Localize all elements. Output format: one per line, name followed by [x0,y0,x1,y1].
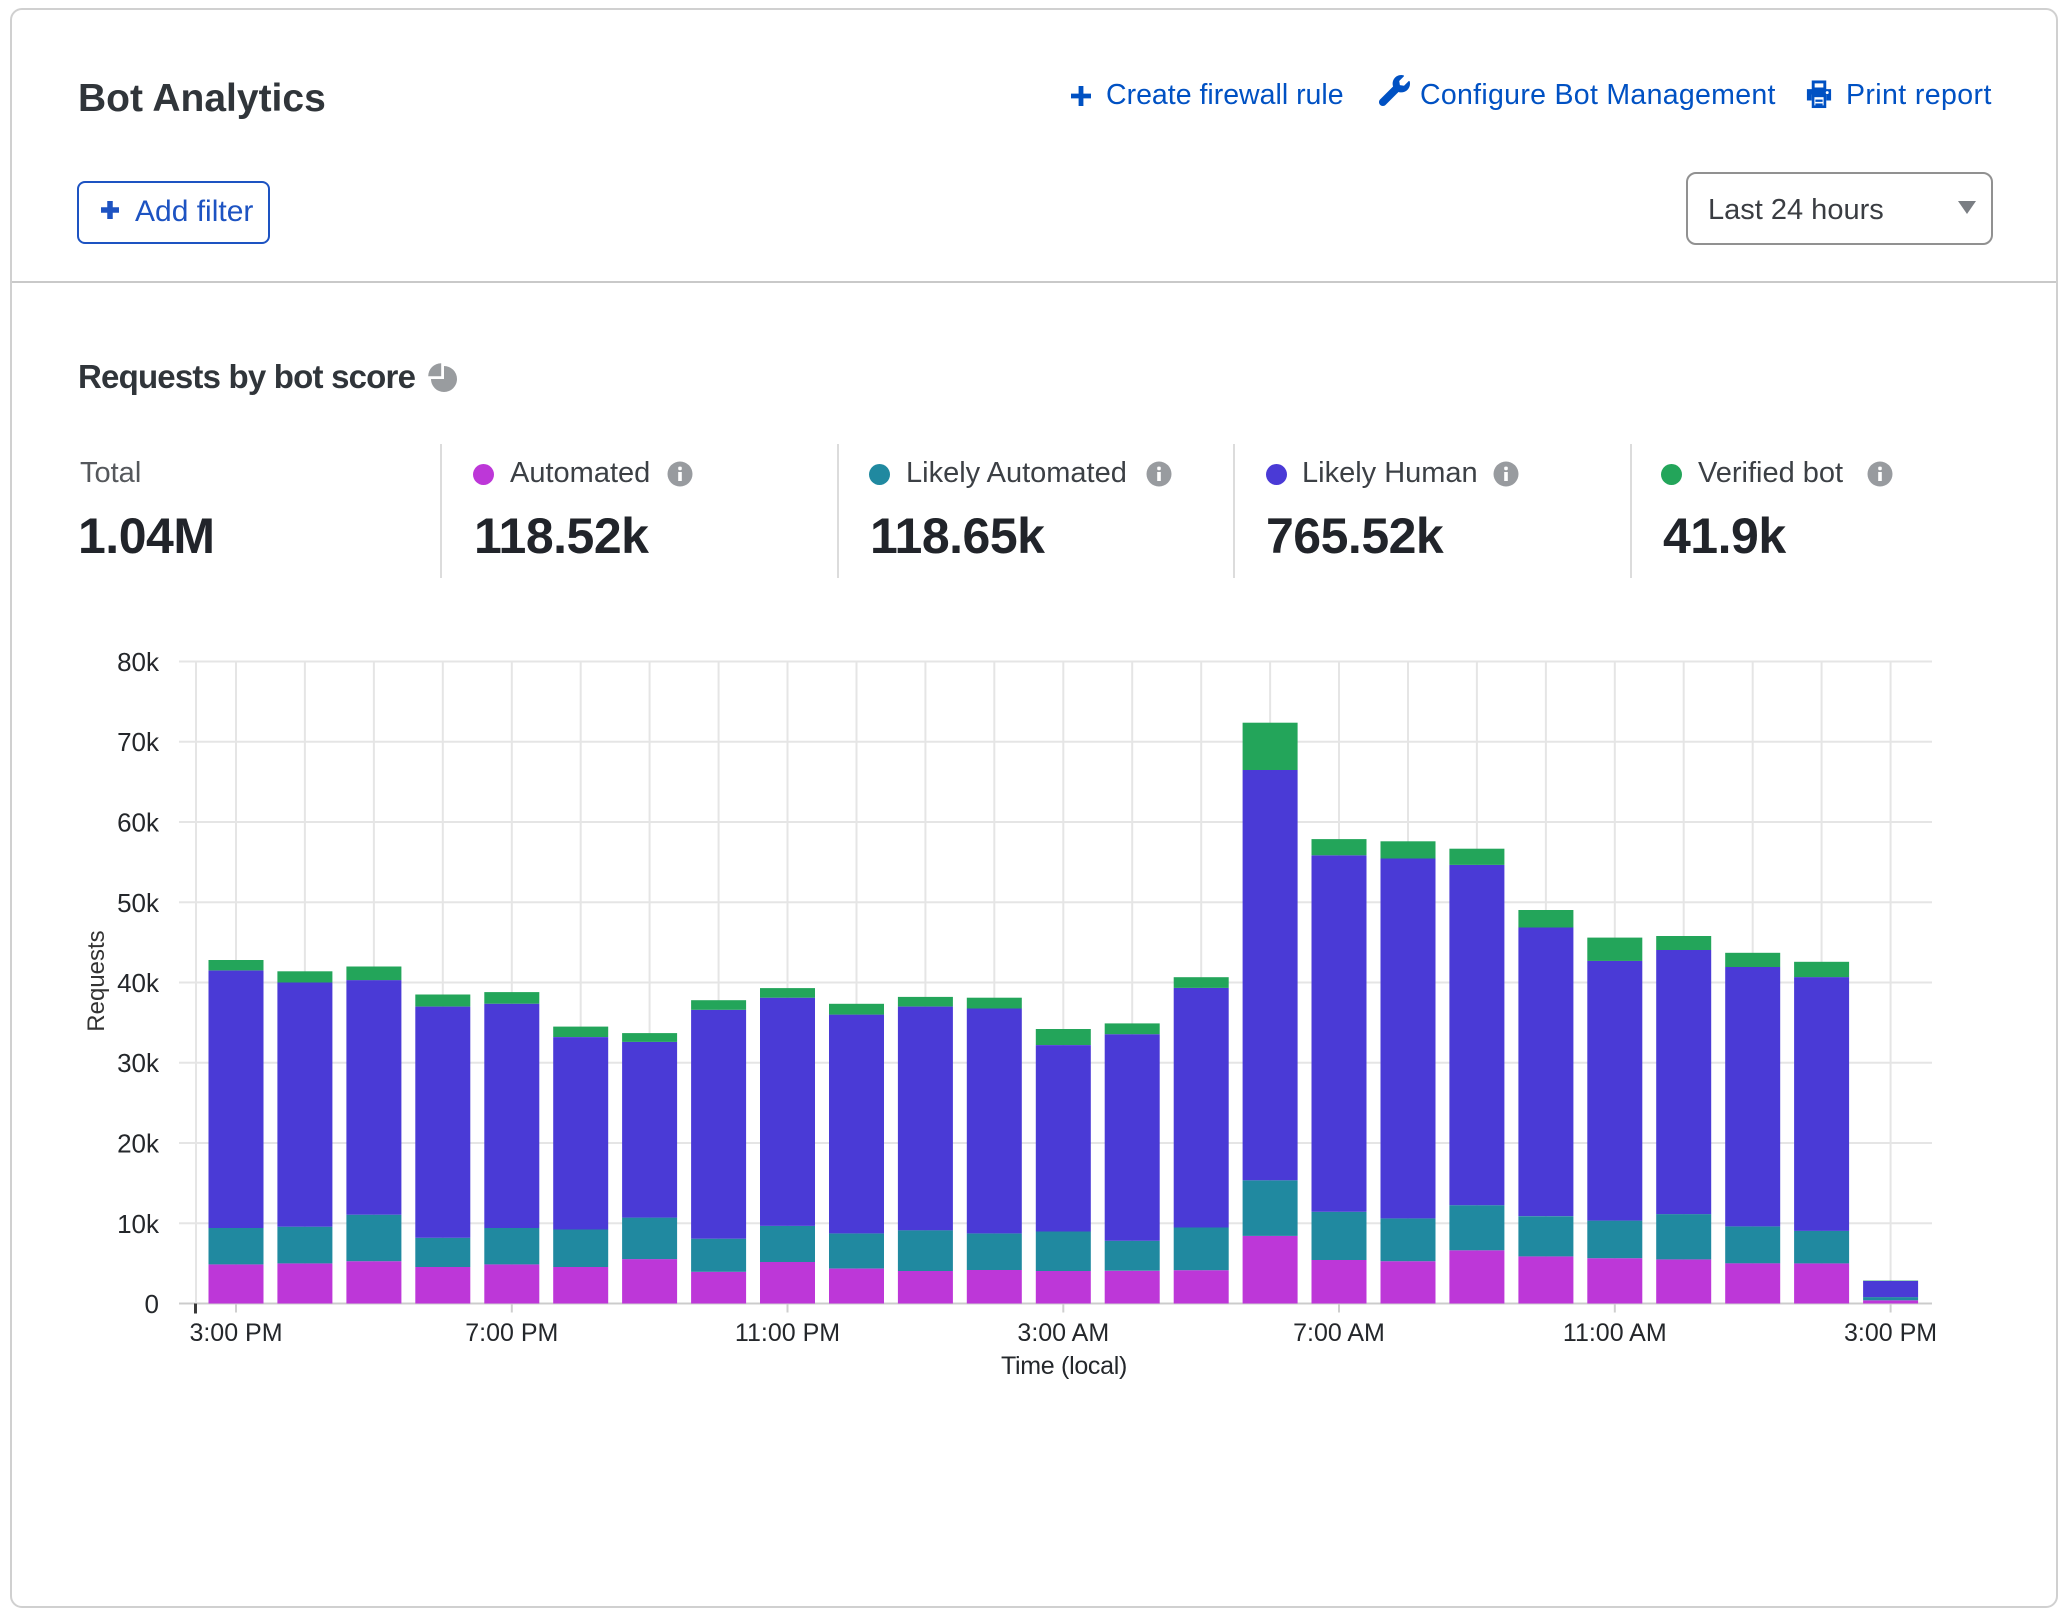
svg-text:60k: 60k [117,808,160,838]
svg-text:3:00 PM: 3:00 PM [1844,1319,1937,1347]
svg-text:70k: 70k [117,727,160,757]
svg-text:Requests: Requests [83,930,110,1031]
svg-text:3:00 AM: 3:00 AM [1017,1319,1109,1347]
svg-text:20k: 20k [117,1129,160,1159]
svg-text:50k: 50k [117,888,160,918]
svg-text:0: 0 [145,1289,159,1319]
svg-text:40k: 40k [117,968,160,998]
svg-text:11:00 AM: 11:00 AM [1563,1319,1667,1347]
svg-text:3:00 PM: 3:00 PM [189,1319,282,1347]
svg-text:30k: 30k [117,1048,160,1078]
svg-text:10k: 10k [117,1209,160,1239]
svg-text:Time (local): Time (local) [1001,1352,1127,1380]
svg-text:7:00 AM: 7:00 AM [1293,1319,1385,1347]
svg-text:80k: 80k [117,647,160,677]
svg-text:7:00 PM: 7:00 PM [465,1319,558,1347]
svg-text:11:00 PM: 11:00 PM [735,1319,840,1347]
